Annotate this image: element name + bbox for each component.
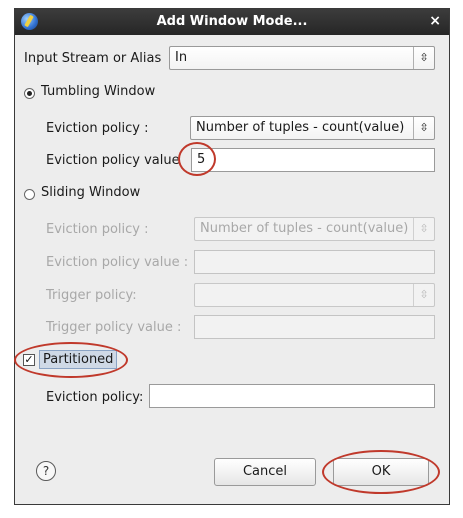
combo-arrows-icon: ⇳ (413, 47, 434, 69)
dialog-title: Add Window Mode... (156, 14, 308, 29)
tumbling-eviction-value-label: Eviction policy value (46, 153, 180, 168)
tumbling-eviction-label: Eviction policy : (46, 121, 149, 136)
partitioned-label[interactable]: Partitioned (39, 350, 118, 369)
tumbling-window-label: Tumbling Window (41, 84, 156, 99)
trigger-policy-value-input[interactable] (194, 315, 435, 339)
sliding-eviction-value: Number of tuples - count(value) (200, 221, 409, 236)
combo-arrows-icon: ⇳ (413, 117, 434, 139)
trigger-policy-label: Trigger policy: (46, 288, 137, 303)
combo-arrows-icon: ⇳ (413, 284, 434, 306)
tumbling-eviction-value: Number of tuples - count(value) (196, 120, 405, 135)
cancel-button[interactable]: Cancel (214, 458, 316, 486)
sliding-eviction-value-label: Eviction policy value : (46, 255, 189, 270)
trigger-policy-combo[interactable]: ⇳ (194, 283, 435, 307)
tumbling-eviction-value-input[interactable]: 5 (191, 148, 435, 172)
help-icon[interactable]: ? (36, 461, 56, 481)
partitioned-eviction-input[interactable] (149, 384, 435, 408)
title-bar: Add Window Mode... × (15, 9, 449, 35)
input-stream-label: Input Stream or Alias (24, 51, 162, 66)
sliding-eviction-value-input[interactable] (194, 250, 435, 274)
sliding-window-radio[interactable] (24, 189, 35, 200)
sliding-eviction-label: Eviction policy : (46, 222, 149, 237)
combo-arrows-icon: ⇳ (413, 218, 434, 240)
tumbling-eviction-combo[interactable]: Number of tuples - count(value) ⇳ (190, 116, 435, 140)
sliding-window-label: Sliding Window (41, 185, 141, 200)
input-stream-combo[interactable]: In ⇳ (169, 46, 435, 70)
ok-button[interactable]: OK (333, 458, 429, 486)
close-icon[interactable]: × (429, 13, 441, 29)
tumbling-window-radio[interactable] (24, 88, 35, 99)
partitioned-eviction-label: Eviction policy: (46, 390, 144, 405)
partitioned-checkbox[interactable]: ✓ (23, 354, 35, 366)
sliding-eviction-combo[interactable]: Number of tuples - count(value) ⇳ (194, 217, 435, 241)
trigger-policy-value-label: Trigger policy value : (46, 320, 182, 335)
input-stream-value: In (175, 50, 188, 65)
